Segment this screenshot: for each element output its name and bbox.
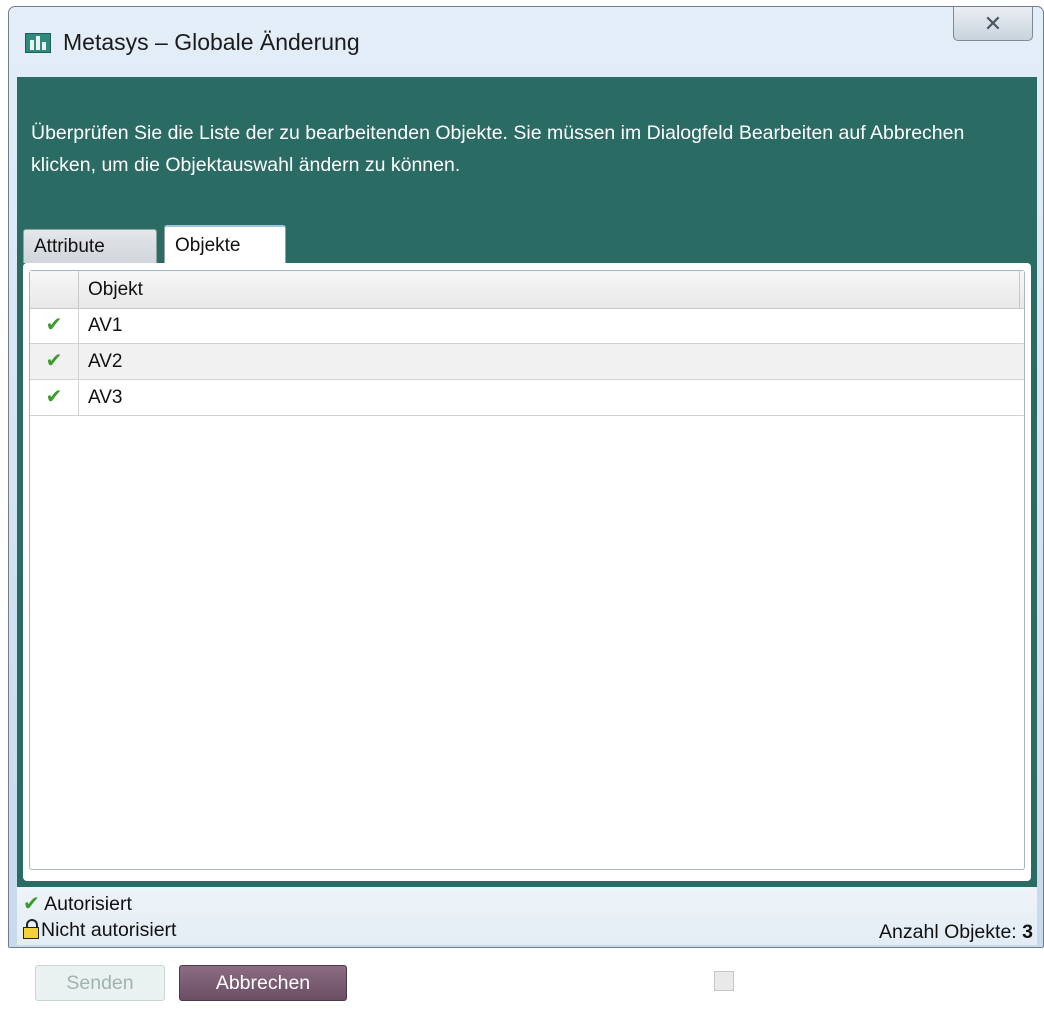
objects-table: Objekt ✔ AV1 ✔ AV2 ✔ AV3 [29, 270, 1025, 870]
table-row[interactable]: ✔ AV3 [30, 380, 1024, 416]
check-icon: ✔ [23, 893, 40, 915]
object-name: AV3 [88, 387, 123, 408]
title-bar[interactable]: Metasys – Globale Änderung ✕ [9, 7, 1043, 71]
table-header: Objekt [30, 271, 1024, 309]
dialog-client-area: Überprüfen Sie die Liste der zu bearbeit… [17, 77, 1037, 1001]
window-title: Metasys – Globale Änderung [63, 29, 360, 55]
tab-attribute[interactable]: Attribute [23, 229, 157, 263]
legend-not-authorized-label: Nicht autorisiert [41, 919, 177, 941]
close-button[interactable]: ✕ [953, 7, 1033, 41]
objects-panel: Objekt ✔ AV1 ✔ AV2 ✔ AV3 [23, 263, 1031, 881]
authorized-check-icon: ✔ [30, 308, 79, 343]
close-icon: ✕ [983, 11, 1003, 36]
lock-icon [23, 919, 39, 939]
legend-authorized: ✔ Autorisiert [23, 891, 132, 916]
object-count-label: Anzahl Objekte: [879, 921, 1017, 943]
metasys-app-icon [25, 33, 51, 53]
instructions-text: Überprüfen Sie die Liste der zu bearbeit… [31, 122, 965, 176]
show-results-toggle[interactable]: Änderungsergebnisse anzeigen [713, 967, 1029, 997]
show-results-label: Änderungsergebnisse anzeigen [747, 971, 1029, 993]
authorized-check-icon: ✔ [30, 344, 79, 379]
legend-authorized-label: Autorisiert [44, 893, 132, 915]
status-column-header[interactable] [30, 271, 79, 308]
cancel-button[interactable]: Abbrechen [179, 965, 347, 1001]
legend-not-authorized: Nicht autorisiert [23, 919, 176, 942]
table-row[interactable]: ✔ AV1 [30, 308, 1024, 344]
object-count-value: 3 [1022, 921, 1033, 943]
objekt-column-header[interactable]: Objekt [88, 271, 143, 308]
tab-objekte[interactable]: Objekte [164, 225, 286, 263]
send-button[interactable]: Senden [35, 965, 165, 1001]
column-divider [1019, 271, 1024, 308]
object-count: Anzahl Objekte: 3 [879, 921, 1033, 944]
dialog-footer: Senden Abbrechen Änderungsergebnisse anz… [17, 955, 1037, 1011]
dialog-window: Metasys – Globale Änderung ✕ Überprüfen … [8, 6, 1044, 1001]
object-name: AV1 [88, 315, 123, 336]
legend-area: ✔ Autorisiert Nicht autorisiert Anzahl O… [17, 887, 1037, 945]
authorized-check-icon: ✔ [30, 380, 79, 415]
table-row[interactable]: ✔ AV2 [30, 344, 1024, 380]
object-name: AV2 [88, 351, 123, 372]
show-results-checkbox[interactable] [713, 971, 734, 991]
